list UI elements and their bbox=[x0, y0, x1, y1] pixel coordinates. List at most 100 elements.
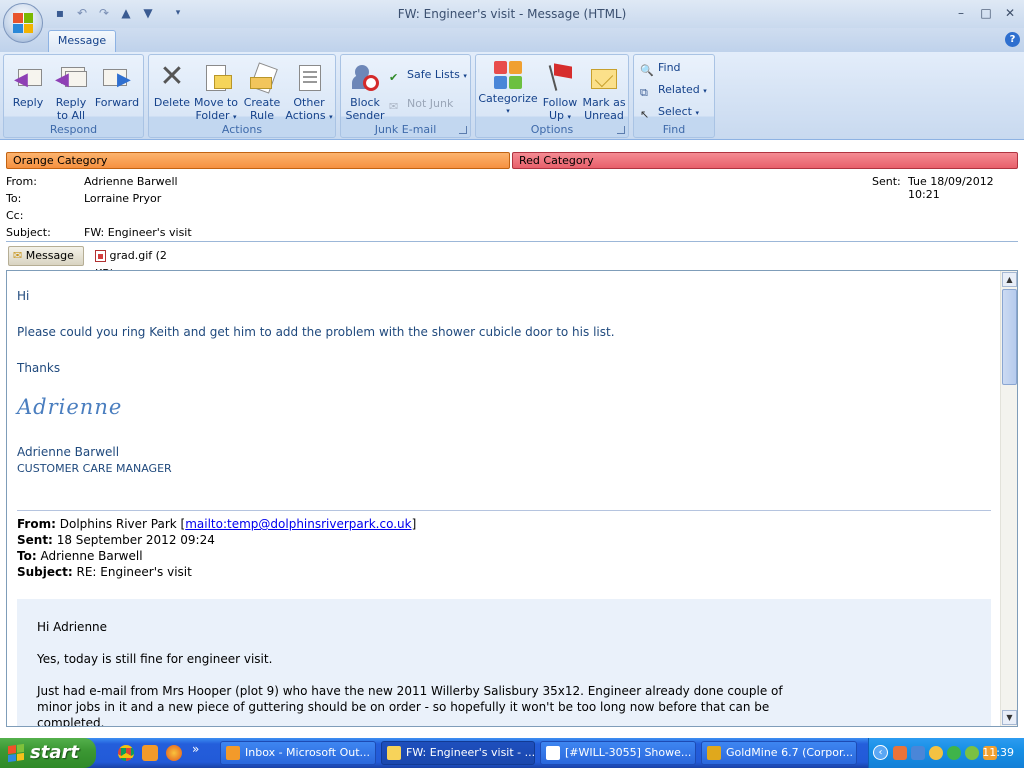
chrome-icon[interactable] bbox=[118, 745, 134, 761]
quicklaunch-overflow-icon[interactable]: » bbox=[192, 742, 199, 756]
maximize-button[interactable]: □ bbox=[975, 4, 997, 22]
tray-network-icon[interactable] bbox=[911, 746, 925, 760]
group-respond: ◀ Reply ◀ Reply to All ▶ Forward Respond bbox=[3, 54, 144, 138]
cc-label: Cc: bbox=[6, 209, 24, 222]
to-value[interactable]: Lorraine Pryor bbox=[84, 192, 161, 205]
signature-name: Adrienne Barwell bbox=[17, 445, 120, 459]
signature-image: Adrienne bbox=[17, 395, 123, 419]
attachment-file[interactable]: grad.gif (2 KB) bbox=[90, 246, 186, 280]
group-options: Categorize ▾ Follow Up ▾ Mark as Unread … bbox=[475, 54, 629, 138]
jira-icon bbox=[546, 746, 560, 760]
junk-email-launcher-icon[interactable] bbox=[459, 126, 467, 134]
quote-line: Yes, today is still fine for engineer vi… bbox=[37, 652, 273, 666]
sent-label: Sent: bbox=[872, 175, 901, 188]
delete-x-icon: ✕ bbox=[159, 59, 185, 94]
outlook-icon bbox=[226, 746, 240, 760]
tray-messenger-icon[interactable] bbox=[929, 746, 943, 760]
other-actions-button[interactable]: Other Actions ▾ bbox=[285, 57, 333, 122]
move-to-folder-button[interactable]: Move to Folder ▾ bbox=[193, 57, 239, 122]
forward-sent: Sent: 18 September 2012 09:24 bbox=[17, 533, 215, 547]
quote-greeting: Hi Adrienne bbox=[37, 620, 108, 634]
goldmine-icon bbox=[707, 746, 721, 760]
message-view-button[interactable]: ✉ Message bbox=[8, 246, 84, 266]
scrollbar-thumb[interactable] bbox=[1002, 289, 1017, 385]
firefox-icon[interactable] bbox=[166, 745, 182, 761]
mailto-link[interactable]: mailto:temp@dolphinsriverpark.co.uk bbox=[185, 517, 411, 531]
body-line: Please could you ring Keith and get him … bbox=[17, 325, 615, 339]
reply-all-icon: ◀ bbox=[55, 61, 87, 93]
scroll-up-button[interactable]: ▲ bbox=[1002, 272, 1017, 287]
ribbon: ◀ Reply ◀ Reply to All ▶ Forward Respond… bbox=[0, 52, 1024, 140]
forward-separator bbox=[17, 510, 991, 511]
minimize-button[interactable]: – bbox=[950, 4, 972, 22]
signature-title: CUSTOMER CARE MANAGER bbox=[17, 462, 172, 475]
image-file-icon bbox=[95, 250, 106, 262]
forward-from: From: Dolphins River Park [mailto:temp@d… bbox=[17, 517, 417, 531]
header-separator bbox=[6, 241, 1018, 242]
category-orange: Orange Category bbox=[6, 152, 510, 169]
create-rule-icon bbox=[246, 61, 278, 94]
subject-value: FW: Engineer's visit bbox=[84, 226, 192, 239]
tray-status-icon[interactable] bbox=[947, 746, 961, 760]
tab-message[interactable]: Message bbox=[48, 30, 116, 52]
related-icon: ⧉ bbox=[640, 85, 648, 99]
group-title-respond: Respond bbox=[49, 123, 98, 136]
office-button[interactable] bbox=[3, 3, 43, 43]
from-label: From: bbox=[6, 175, 37, 188]
group-title-junk-email: Junk E-mail bbox=[374, 123, 437, 136]
system-tray: ‹ 11:39 bbox=[868, 738, 1024, 768]
outlook-quicklaunch-icon[interactable] bbox=[142, 745, 158, 761]
group-title-options: Options bbox=[530, 123, 574, 136]
vertical-scrollbar[interactable]: ▲ ▼ bbox=[1000, 271, 1017, 726]
tray-app-icon[interactable] bbox=[893, 746, 907, 760]
reply-icon: ◀ bbox=[12, 61, 44, 93]
categorize-button[interactable]: Categorize ▾ bbox=[478, 57, 538, 121]
quote-line: Just had e-mail from Mrs Hooper (plot 9)… bbox=[37, 684, 783, 698]
options-launcher-icon[interactable] bbox=[617, 126, 625, 134]
from-value[interactable]: Adrienne Barwell bbox=[84, 175, 178, 188]
reply-all-button[interactable]: ◀ Reply to All bbox=[51, 57, 91, 122]
taskbar-item-will-3055[interactable]: [#WILL-3055] Showe... bbox=[540, 741, 696, 765]
unread-envelope-icon bbox=[588, 61, 620, 93]
envelope-icon: ✉ bbox=[13, 249, 23, 262]
body-thanks: Thanks bbox=[17, 361, 61, 375]
find-button[interactable]: 🔍 Find bbox=[640, 58, 681, 78]
select-button[interactable]: ↖ Select ▾ bbox=[640, 102, 699, 122]
category-red: Red Category bbox=[512, 152, 1018, 169]
safe-lists-button[interactable]: ✔ Safe Lists ▾ bbox=[389, 65, 467, 85]
taskbar-item-goldmine[interactable]: GoldMine 6.7 (Corpor... bbox=[701, 741, 857, 765]
create-rule-button[interactable]: Create Rule bbox=[241, 57, 283, 122]
start-button[interactable]: start bbox=[0, 738, 96, 768]
clock[interactable]: 11:39 bbox=[982, 738, 1014, 768]
office-logo-icon bbox=[13, 13, 33, 33]
cursor-icon: ↖ bbox=[640, 107, 650, 121]
delete-button[interactable]: ✕ Delete bbox=[153, 57, 191, 121]
not-junk-button[interactable]: ✉ Not Junk bbox=[389, 94, 453, 114]
follow-up-button[interactable]: Follow Up ▾ bbox=[540, 57, 580, 122]
help-icon[interactable]: ? bbox=[1005, 32, 1020, 47]
related-button[interactable]: ⧉ Related ▾ bbox=[640, 80, 707, 100]
to-label: To: bbox=[6, 192, 22, 205]
forward-subject: Subject: RE: Engineer's visit bbox=[17, 565, 192, 579]
close-button[interactable]: ✕ bbox=[999, 4, 1021, 22]
other-actions-icon bbox=[293, 61, 325, 93]
block-sender-button[interactable]: Block Sender bbox=[343, 57, 387, 122]
message-envelope-icon bbox=[387, 746, 401, 760]
sent-value: Tue 18/09/2012 10:21 bbox=[908, 175, 994, 201]
group-junk-email: Block Sender ✔ Safe Lists ▾ ✉ Not Junk Jun… bbox=[340, 54, 471, 138]
safe-lists-check-icon: ✔ bbox=[389, 70, 399, 84]
tray-security-icon[interactable] bbox=[965, 746, 979, 760]
mark-as-unread-button[interactable]: Mark as Unread bbox=[581, 57, 627, 122]
taskbar-item-inbox[interactable]: Inbox - Microsoft Out... bbox=[220, 741, 376, 765]
binoculars-icon: 🔍 bbox=[640, 63, 654, 77]
forward-button[interactable]: ▶ Forward bbox=[94, 57, 140, 121]
tray-expand-icon[interactable]: ‹ bbox=[873, 745, 888, 760]
body-greeting: Hi bbox=[17, 289, 30, 303]
taskbar-item-message[interactable]: FW: Engineer's visit - ... bbox=[381, 741, 535, 765]
ribbon-tab-row: Message ? bbox=[0, 28, 1024, 52]
message-body[interactable]: Hi Please could you ring Keith and get h… bbox=[6, 270, 1018, 727]
reply-button[interactable]: ◀ Reply bbox=[8, 57, 48, 121]
scroll-down-button[interactable]: ▼ bbox=[1002, 710, 1017, 725]
not-junk-icon: ✉ bbox=[389, 99, 399, 113]
quote-line: minor jobs in it and a new piece of gutt… bbox=[37, 700, 770, 714]
